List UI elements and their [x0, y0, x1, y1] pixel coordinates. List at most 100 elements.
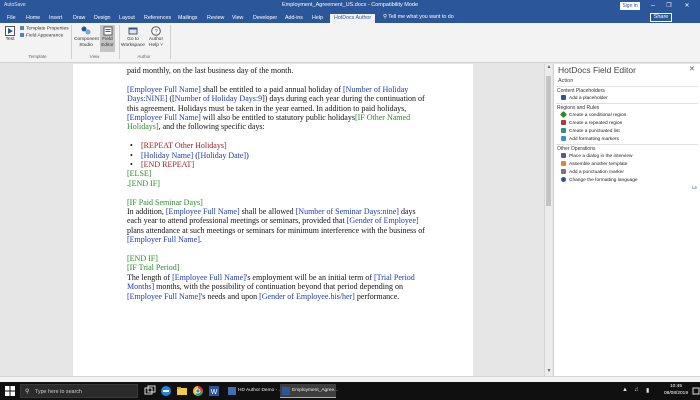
tab-help[interactable]: Help: [312, 14, 323, 23]
paragraph: paid monthly, on the last business day o…: [127, 66, 427, 75]
restore-button[interactable]: ❐: [662, 1, 676, 11]
text-run: paid monthly, on the last business day o…: [127, 66, 294, 75]
author-help-label-1: Author: [148, 37, 164, 42]
field-employee-full-name[interactable]: [Employee Full Name]: [127, 85, 201, 94]
add-punctuation-label: Add a punctuation marker: [569, 169, 624, 175]
tab-developer[interactable]: Developer: [253, 14, 277, 23]
document-scrollbar[interactable]: ▲ ▼: [544, 64, 552, 376]
author-help-label-2: Help ˅: [149, 42, 163, 48]
volume-icon[interactable]: ♫: [634, 387, 639, 393]
condition-if-trial-period[interactable]: [IF Trial Period]: [127, 263, 179, 272]
hotdocs-field-editor-pane: HotDocs Field Editor ✕ Action Content Pl…: [553, 64, 700, 376]
field-employer-full-name[interactable]: [Employer Full Name]: [127, 235, 200, 244]
network-icon[interactable]: ▲: [622, 387, 628, 393]
lightbulb-icon: ⚲: [383, 14, 387, 20]
share-button[interactable]: Share: [650, 13, 672, 22]
field-gender-of-employee[interactable]: [Gender of Employee]: [347, 216, 419, 225]
go-to-workspace-label-2: Workspace: [121, 42, 145, 48]
divider: [556, 86, 698, 87]
author-help-button[interactable]: ? Author Help ˅: [147, 26, 165, 48]
field-number-of-seminar-days[interactable]: [Number of Seminar Days:nine]: [296, 207, 399, 216]
repeat-other-holidays[interactable]: [REPEAT Other Holidays]: [141, 141, 227, 150]
create-repeated-region-item[interactable]: Create a repeated region: [561, 120, 622, 126]
field-gender-of-employee-his-her[interactable]: [Gender of Employee.his/her]: [259, 292, 355, 301]
field-employee-full-name[interactable]: [Employee Full Name]: [166, 207, 240, 216]
field-appearance-button[interactable]: Field Appearance: [20, 33, 63, 38]
create-punctuated-list-item[interactable]: Create a punctuated list: [561, 128, 620, 134]
field-editor-button[interactable]: Field Editor: [100, 25, 115, 52]
scrollbar-thumb[interactable]: [546, 76, 551, 206]
taskbar-app-hd-author-demo[interactable]: HD Author Demo - ...: [226, 384, 283, 398]
field-holiday-date[interactable]: [Holiday Date]: [198, 151, 246, 160]
tab-file[interactable]: File: [7, 14, 16, 23]
assemble-another-template-item[interactable]: Assemble another template: [561, 161, 627, 167]
taskbar-search[interactable]: ⚲ Type here to search: [20, 384, 138, 398]
task-view-icon[interactable]: [144, 385, 156, 397]
field-employee-full-name[interactable]: [Employee Full Name]: [172, 273, 246, 282]
add-punctuation-marker-item[interactable]: Add a punctuation marker: [561, 169, 624, 175]
tell-me-search[interactable]: ⚲ Tell me what you want to do: [383, 14, 454, 20]
go-to-workspace-button[interactable]: Go to Workspace: [121, 26, 145, 48]
template-properties-button[interactable]: Template Properties: [20, 26, 69, 31]
text-run: plans attendance at such meetings or sem…: [127, 225, 425, 235]
tab-design[interactable]: Design: [94, 14, 111, 23]
sign-in-button[interactable]: Sign in: [620, 2, 640, 10]
taskbar-app-employment-agreement[interactable]: Employment_Agree...: [280, 384, 338, 398]
tab-mailings[interactable]: Mailings: [178, 14, 197, 23]
chrome-icon[interactable]: [192, 385, 204, 397]
tab-home[interactable]: Home: [26, 14, 40, 23]
assemble-another-label: Assemble another template: [569, 161, 628, 167]
document-body[interactable]: paid monthly, on the last business day o…: [127, 66, 427, 301]
field-editor-label-2: Editor: [101, 42, 114, 48]
field-employee-full-name[interactable]: [Employee Full Name]: [127, 113, 201, 122]
place-dialog-item[interactable]: Place a dialog in the interview: [561, 153, 632, 159]
end-if-marker[interactable]: [END IF]: [127, 254, 158, 263]
text-run: The length of: [127, 272, 173, 282]
end-repeat-marker[interactable]: [END REPEAT]: [141, 160, 194, 169]
field-employee-full-name[interactable]: [Employee Full Name]: [127, 292, 201, 301]
tab-layout[interactable]: Layout: [119, 14, 135, 23]
change-formatting-language-item[interactable]: Change the formatting language: [561, 177, 638, 183]
tab-view[interactable]: View: [232, 14, 243, 23]
tab-hotdocs-author[interactable]: HotDocs Author: [330, 14, 376, 23]
condition-if-paid-seminar-days[interactable]: [IF Paid Seminar Days]: [127, 198, 203, 207]
taskbar-clock[interactable]: 10:45 08/08/2019: [660, 384, 692, 397]
create-conditional-region-item[interactable]: Create a conditional region: [559, 110, 626, 119]
scroll-down-icon[interactable]: ▼: [545, 368, 553, 374]
file-explorer-icon[interactable]: [176, 385, 188, 397]
minimize-button[interactable]: –: [646, 1, 660, 11]
end-if-marker[interactable]: [END IF]: [129, 179, 160, 188]
field-number-of-holiday-days-numeric[interactable]: Number of Holiday Days:9: [175, 94, 262, 103]
scroll-up-icon[interactable]: ▲: [545, 64, 553, 70]
word-icon[interactable]: W: [208, 385, 220, 397]
placeholder-icon: [561, 95, 566, 100]
ribbon-separator: [170, 25, 171, 59]
document-area: paid monthly, on the last business day o…: [0, 64, 544, 376]
pane-close-icon[interactable]: ✕: [689, 65, 695, 73]
test-label: Test: [5, 37, 15, 42]
edge-browser-icon[interactable]: [160, 385, 172, 397]
tab-draw[interactable]: Draw: [73, 14, 85, 23]
add-placeholder-item[interactable]: Add a placeholder: [561, 95, 608, 101]
document-page[interactable]: paid monthly, on the last business day o…: [73, 64, 473, 376]
windows-start-icon[interactable]: [5, 386, 15, 396]
add-formatting-markers-item[interactable]: Add formatting markers: [561, 136, 619, 142]
field-holiday-name[interactable]: [Holiday Name]: [141, 151, 193, 160]
tab-insert[interactable]: Insert: [49, 14, 62, 23]
tab-references[interactable]: References: [144, 14, 171, 23]
close-button[interactable]: ✕: [680, 1, 694, 11]
tab-review[interactable]: Review: [207, 14, 224, 23]
else-marker[interactable]: [ELSE]: [127, 169, 151, 178]
learn-more-link[interactable]: Le: [692, 185, 697, 190]
search-icon: ⚲: [25, 389, 30, 395]
divider: [556, 103, 698, 104]
add-formatting-label: Add formatting markers: [569, 136, 619, 142]
component-studio-button[interactable]: Component Studio: [74, 26, 99, 48]
notifications-icon[interactable]: [692, 385, 700, 397]
test-button[interactable]: Test: [3, 26, 17, 43]
ribbon-separator: [71, 25, 72, 59]
field-editor-icon: [103, 26, 112, 36]
list-item: [Holiday Name] ([Holiday Date]): [127, 151, 427, 161]
battery-icon[interactable]: ▮: [646, 387, 649, 394]
tab-addins[interactable]: Add-ins: [285, 14, 303, 23]
